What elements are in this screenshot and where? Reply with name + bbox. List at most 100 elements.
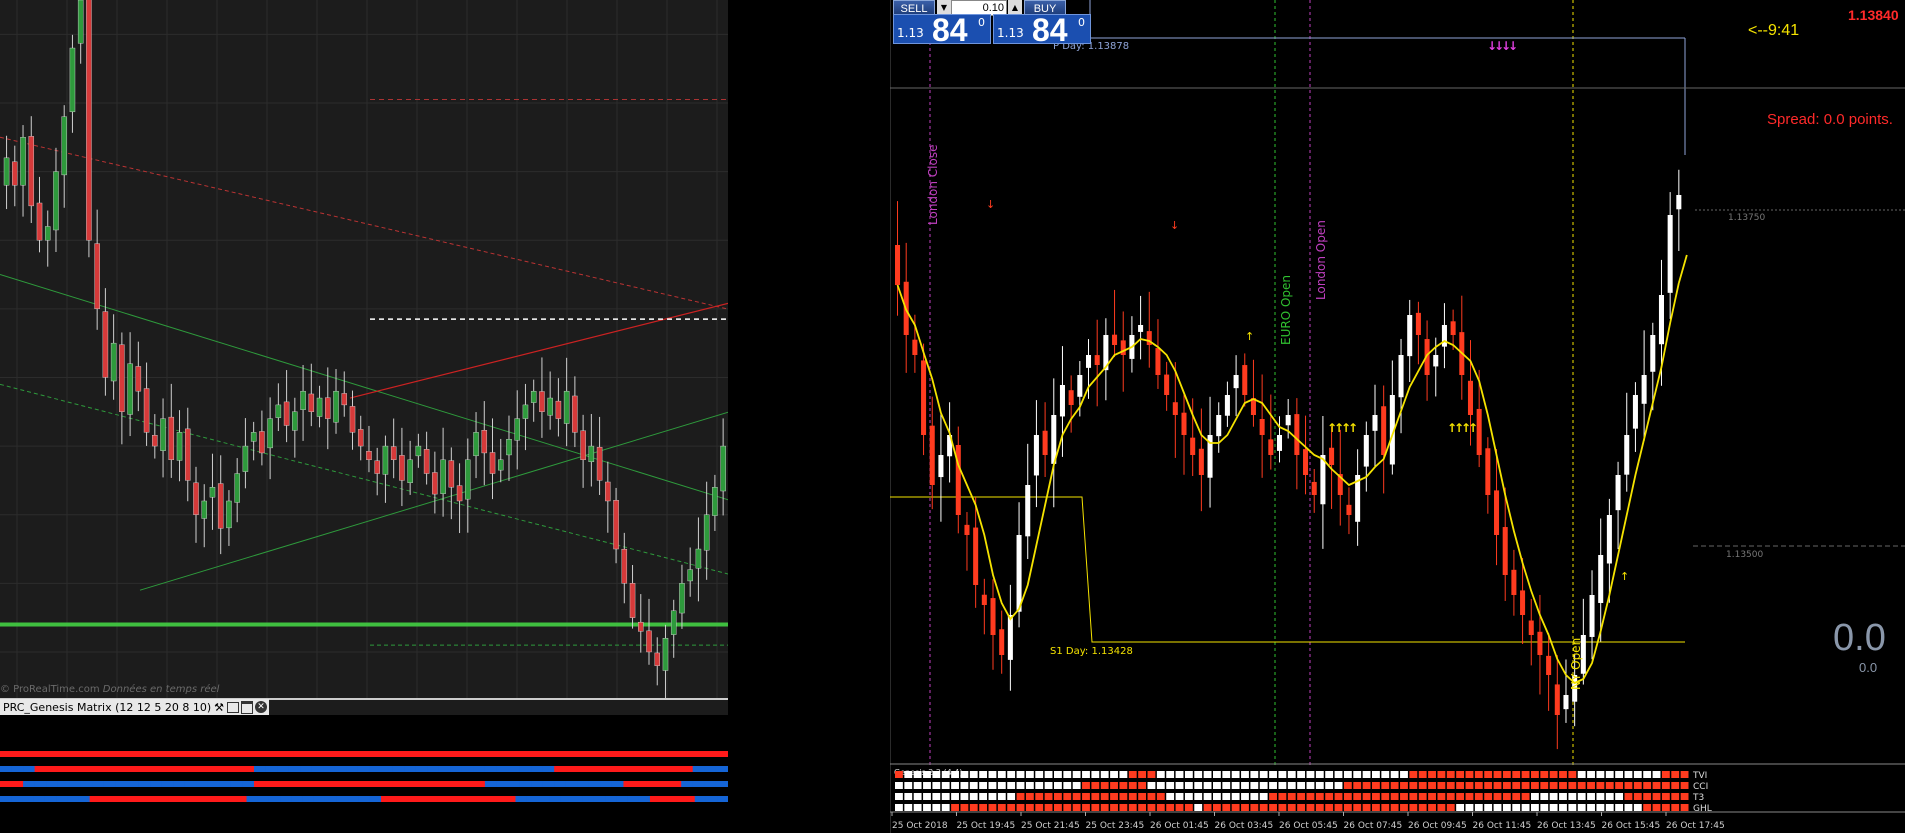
bar-countdown: <--9:41 bbox=[1748, 22, 1800, 39]
matrix-cell bbox=[1493, 793, 1502, 800]
genesis-cell bbox=[161, 766, 174, 772]
genesis-cell bbox=[207, 781, 220, 787]
matrix-cell bbox=[1297, 782, 1306, 789]
genesis-cell bbox=[649, 796, 662, 802]
candle-body bbox=[1077, 375, 1083, 397]
genesis-cell bbox=[644, 751, 657, 757]
genesis-cell bbox=[560, 796, 572, 802]
candle-body bbox=[316, 397, 323, 417]
matrix-cell bbox=[1016, 793, 1025, 800]
matrix-cell bbox=[1184, 771, 1193, 778]
candle-body bbox=[1164, 374, 1170, 395]
matrix-cell bbox=[1259, 782, 1268, 789]
genesis-cell bbox=[33, 796, 46, 802]
genesis-cell bbox=[586, 751, 599, 757]
candle-body bbox=[1346, 504, 1352, 515]
matrix-cell bbox=[1568, 782, 1577, 789]
genesis-cell bbox=[623, 766, 636, 772]
matrix-cell bbox=[1587, 804, 1595, 811]
genesis-cell bbox=[56, 796, 68, 802]
genesis-cell bbox=[207, 766, 220, 772]
matrix-cell bbox=[1484, 782, 1493, 789]
matrix-cell bbox=[1213, 793, 1221, 800]
matrix-cell bbox=[1025, 804, 1034, 811]
candle-body bbox=[1415, 312, 1421, 335]
genesis-cell bbox=[496, 781, 509, 787]
genesis-cell bbox=[727, 766, 728, 772]
genesis-cell bbox=[715, 751, 728, 757]
matrix-cell bbox=[1138, 782, 1147, 789]
genesis-cell bbox=[611, 766, 624, 772]
matrix-cell bbox=[1231, 782, 1240, 789]
genesis-cell bbox=[44, 796, 57, 802]
genesis-cell bbox=[461, 781, 474, 787]
genesis-cell bbox=[448, 796, 460, 802]
right-price-chart[interactable]: P Day: 1.13878S1 Day: 1.134281.137501.13… bbox=[890, 0, 1905, 833]
matrix-cell bbox=[1661, 804, 1670, 811]
genesis-cell bbox=[230, 781, 243, 787]
matrix-cell bbox=[997, 793, 1006, 800]
genesis-cell bbox=[323, 766, 336, 772]
matrix-cell bbox=[1110, 804, 1118, 811]
genesis-cell bbox=[57, 781, 70, 787]
matrix-cell bbox=[1166, 771, 1175, 778]
candle-body bbox=[547, 397, 553, 416]
candle-body bbox=[127, 363, 133, 415]
maximize-icon[interactable] bbox=[241, 700, 254, 714]
matrix-cell bbox=[1222, 804, 1231, 811]
buy-price-box[interactable]: 1.13 84 0 bbox=[993, 12, 1091, 48]
genesis-cell bbox=[473, 766, 486, 772]
close-icon[interactable]: ✕ bbox=[255, 701, 268, 713]
genesis-cell bbox=[127, 766, 139, 772]
session-label: London Close bbox=[926, 145, 940, 226]
matrix-cell bbox=[1035, 771, 1044, 778]
matrix-cell bbox=[969, 793, 978, 800]
matrix-cell bbox=[988, 782, 997, 789]
candle-body bbox=[514, 418, 520, 441]
genesis-cell bbox=[288, 766, 301, 772]
matrix-cell bbox=[1166, 804, 1175, 811]
matrix-cell bbox=[1409, 793, 1418, 800]
matrix-cell bbox=[1091, 804, 1100, 811]
genesis-cell bbox=[89, 796, 102, 802]
matrix-cell bbox=[1605, 771, 1614, 778]
left-chart-panel[interactable]: R1Piv J1,1431,1421,1411,141,1391,1381,13… bbox=[0, 0, 728, 833]
genesis-cell bbox=[69, 781, 82, 787]
genesis-cell bbox=[438, 766, 451, 772]
sell-price-sup: 0 bbox=[978, 16, 985, 29]
right-chart-panel[interactable]: P Day: 1.13878 S1 Day: 1.13428 1.13750 1.13… bbox=[890, 0, 1905, 833]
candle-body bbox=[110, 342, 117, 382]
matrix-cell bbox=[1568, 793, 1577, 800]
matrix-cell bbox=[1661, 782, 1670, 789]
matrix-cell bbox=[1615, 782, 1624, 789]
matrix-cell bbox=[1456, 771, 1465, 778]
genesis-cell bbox=[187, 751, 200, 757]
candle-body bbox=[1537, 631, 1543, 655]
candle-body bbox=[1276, 435, 1283, 451]
matrix-cell bbox=[1372, 793, 1380, 800]
matrix-cell bbox=[1222, 782, 1231, 789]
candle-body bbox=[1233, 375, 1239, 389]
candle-body bbox=[1624, 435, 1630, 475]
candle-body bbox=[1033, 435, 1039, 476]
candle-body bbox=[973, 527, 979, 585]
matrix-cell bbox=[913, 793, 922, 800]
genesis-cell bbox=[369, 766, 382, 772]
genesis-cell bbox=[346, 766, 359, 772]
sell-price-box[interactable]: 1.13 84 0 bbox=[893, 12, 991, 48]
matrix-cell bbox=[895, 771, 903, 778]
matrix-cell bbox=[1531, 804, 1539, 811]
matrix-cell bbox=[1624, 771, 1633, 778]
window-icon[interactable] bbox=[227, 701, 240, 713]
matrix-cell bbox=[1568, 804, 1577, 811]
genesis-cell bbox=[35, 751, 48, 757]
matrix-cell bbox=[1082, 804, 1090, 811]
matrix-cell bbox=[1007, 782, 1016, 789]
genesis-cell bbox=[57, 766, 70, 772]
matrix-cell bbox=[1044, 782, 1053, 789]
matrix-cell bbox=[1100, 793, 1109, 800]
genesis-cell bbox=[554, 781, 567, 787]
wrench-icon[interactable]: ⚒ bbox=[214, 701, 224, 714]
matrix-cell bbox=[1577, 771, 1586, 778]
genesis-cell bbox=[145, 796, 158, 802]
